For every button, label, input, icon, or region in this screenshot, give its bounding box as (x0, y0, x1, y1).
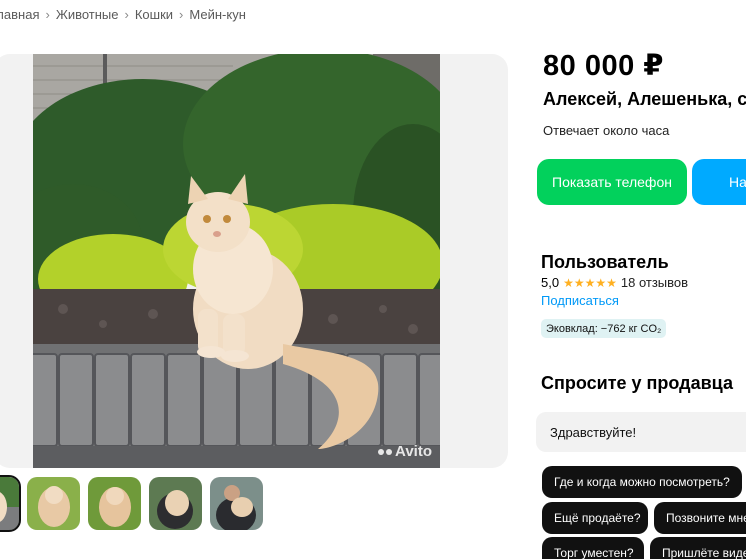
seller-name[interactable]: Алексей, Алешенька, с (543, 89, 746, 110)
eco-contribution-badge[interactable]: Эковклад: −762 кг CO₂ (541, 319, 667, 338)
avito-logo-icon (378, 448, 393, 455)
quick-question-chip-bargain[interactable]: Торг уместен? (542, 537, 644, 559)
subscribe-link[interactable]: Подписаться (541, 293, 619, 308)
seller-reply-time: Отвечает около часа (543, 123, 670, 138)
write-message-button[interactable]: Написать (692, 159, 746, 205)
breadcrumb-separator-icon: › (124, 7, 129, 22)
seller-rating: 5,0 ★★★★★ 18 отзывов (541, 275, 688, 290)
breadcrumb-home[interactable]: Главная (0, 7, 39, 22)
thumbnail-4[interactable] (149, 477, 202, 530)
quick-question-chip-call-me[interactable]: Позвоните мне (654, 502, 746, 534)
breadcrumb-animals[interactable]: Животные (56, 7, 119, 22)
reviews-link[interactable]: 18 отзывов (621, 275, 688, 290)
breadcrumb-maine-coon[interactable]: Мейн-кун (189, 7, 246, 22)
quick-question-chip-still-selling[interactable]: Ещё продаёте? (542, 502, 648, 534)
show-phone-button[interactable]: Показать телефон (537, 159, 687, 205)
rating-value: 5,0 (541, 275, 560, 290)
rating-stars-icon: ★★★★★ (563, 275, 617, 290)
breadcrumb-separator-icon: › (45, 7, 50, 22)
message-input[interactable] (536, 412, 746, 452)
photo-gallery[interactable]: Avito (0, 54, 508, 468)
thumbnail-1[interactable] (0, 475, 21, 532)
thumbnail-2[interactable] (27, 477, 80, 530)
breadcrumb: Главная › Животные › Кошки › Мейн-кун (0, 7, 246, 22)
thumbnail-3[interactable] (88, 477, 141, 530)
avito-watermark: Avito (378, 443, 432, 460)
thumbnail-strip (0, 475, 263, 532)
main-photo[interactable]: Avito (33, 54, 440, 468)
listing-price: 80 000 ₽ (543, 50, 664, 82)
breadcrumb-separator-icon: › (179, 7, 184, 22)
quick-question-chip-view[interactable]: Где и когда можно посмотреть? (542, 466, 742, 498)
thumbnail-5[interactable] (210, 477, 263, 530)
breadcrumb-cats[interactable]: Кошки (135, 7, 173, 22)
quick-question-chip-send-video[interactable]: Пришлёте видео (650, 537, 746, 559)
watermark-text: Avito (395, 443, 432, 460)
seller-profile-title[interactable]: Пользователь (541, 252, 669, 273)
ask-seller-title: Спросите у продавца (541, 373, 733, 393)
